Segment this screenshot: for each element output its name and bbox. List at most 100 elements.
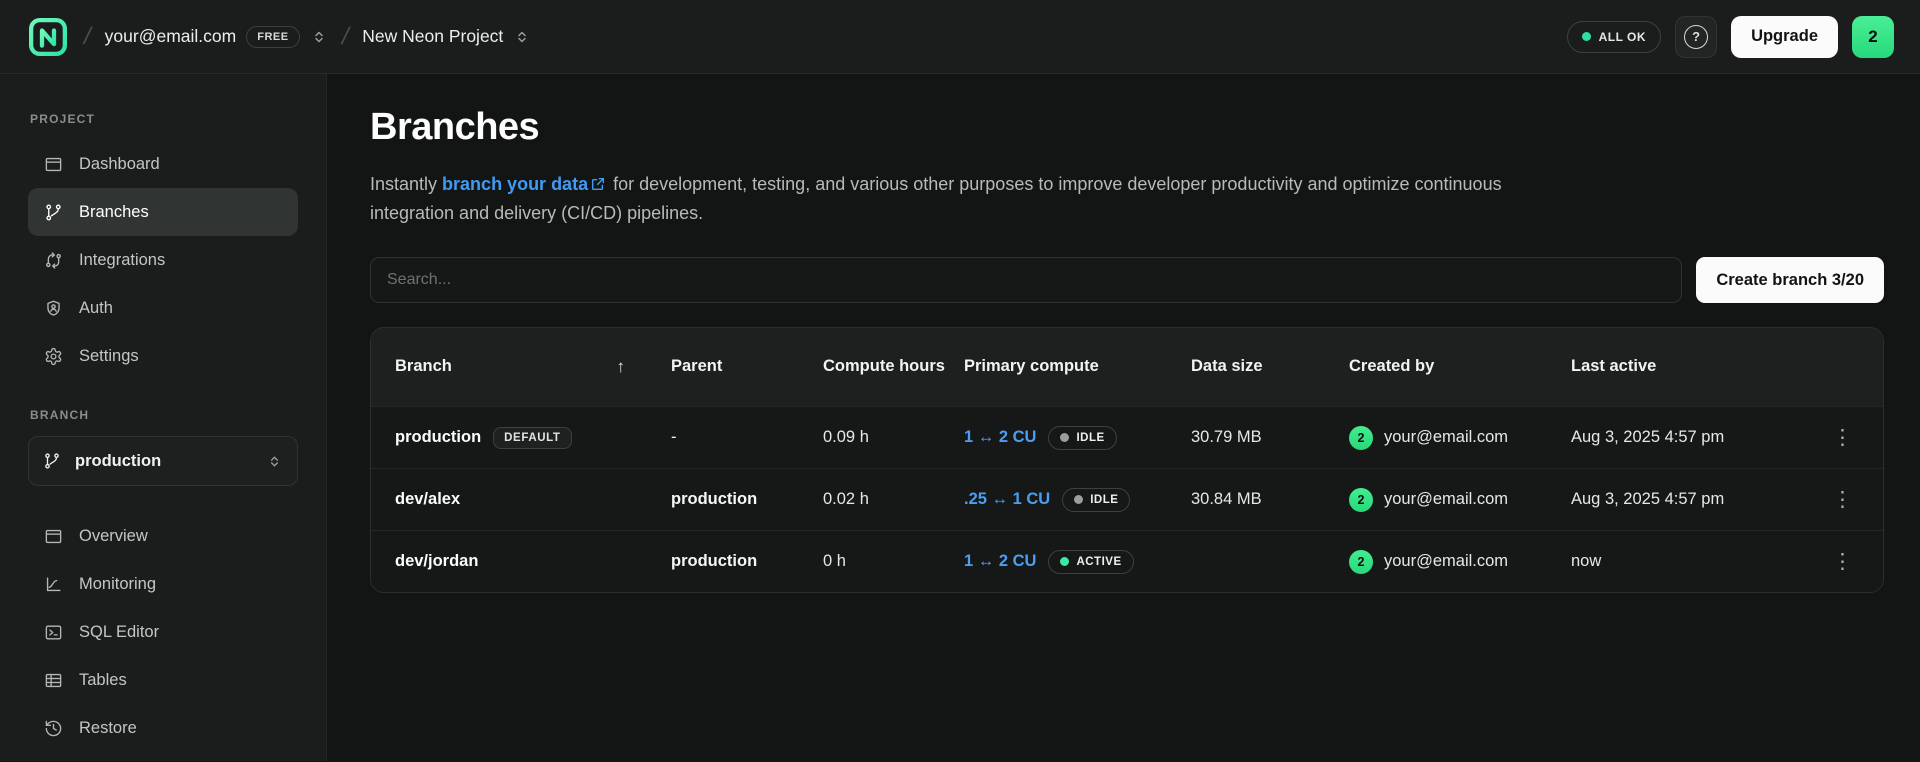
- sidebar-item-label: Overview: [79, 527, 148, 546]
- sidebar-item-overview[interactable]: Overview: [28, 512, 298, 560]
- status-dot: [1060, 557, 1069, 566]
- sidebar-item-restore[interactable]: Restore: [28, 704, 298, 752]
- row-menu-kebab-icon[interactable]: ⋮: [1826, 547, 1859, 576]
- table-row[interactable]: dev/jordan production 0 h 1 ↔ 2 CU ACTIV…: [371, 530, 1883, 592]
- sidebar-item-settings[interactable]: Settings: [28, 332, 298, 380]
- last-active-cell: Aug 3, 2025 4:57 pm: [1571, 490, 1819, 509]
- created-by-cell: 2 your@email.com: [1349, 488, 1571, 512]
- chevron-updown-icon: [266, 453, 283, 470]
- row-menu-kebab-icon[interactable]: ⋮: [1826, 485, 1859, 514]
- status-dot: [1060, 433, 1069, 442]
- org-switcher[interactable]: your@email.com FREE: [105, 26, 328, 48]
- breadcrumb-separator: /: [339, 23, 352, 51]
- sidebar-item-auth[interactable]: Auth: [28, 284, 298, 332]
- data-size-cell: 30.84 MB: [1191, 490, 1349, 509]
- upgrade-button[interactable]: Upgrade: [1731, 16, 1838, 58]
- created-by-email: your@email.com: [1384, 428, 1508, 447]
- data-size-cell: 30.79 MB: [1191, 428, 1349, 447]
- compute-hours-cell: 0.09 h: [823, 428, 964, 447]
- column-header-last-active: Last active: [1571, 356, 1819, 377]
- main-content: Branches Instantly branch your data for …: [327, 74, 1920, 761]
- created-by-email: your@email.com: [1384, 552, 1508, 571]
- status-badge: IDLE: [1048, 426, 1116, 450]
- sql-editor-icon: [44, 623, 63, 642]
- sidebar-item-label: Dashboard: [79, 155, 160, 174]
- sidebar-item-label: SQL Editor: [79, 623, 159, 642]
- column-header-branch[interactable]: Branch ↑: [395, 356, 671, 378]
- org-email: your@email.com: [105, 26, 237, 47]
- sidebar-item-monitoring[interactable]: Monitoring: [28, 560, 298, 608]
- branches-toolbar: Create branch 3/20: [370, 257, 1884, 303]
- intro-before: Instantly: [370, 174, 442, 194]
- sidebar-item-integrations[interactable]: Integrations: [28, 236, 298, 284]
- branch-icon: [43, 452, 61, 470]
- tables-icon: [44, 671, 63, 690]
- branch-name: production: [395, 428, 481, 447]
- page-title: Branches: [370, 106, 1884, 149]
- integrations-icon: [44, 251, 63, 270]
- compute-hours-cell: 0 h: [823, 552, 964, 571]
- created-by-email: your@email.com: [1384, 490, 1508, 509]
- sidebar-item-tables[interactable]: Tables: [28, 656, 298, 704]
- top-bar: / your@email.com FREE / New Neon Project…: [0, 0, 1920, 74]
- avatar: 2: [1349, 426, 1373, 450]
- system-status-pill[interactable]: ALL OK: [1567, 21, 1661, 53]
- branch-selector[interactable]: production: [28, 436, 298, 486]
- parent-cell: -: [671, 428, 823, 447]
- column-header-created-by: Created by: [1349, 356, 1571, 377]
- row-menu-kebab-icon[interactable]: ⋮: [1826, 423, 1859, 452]
- sidebar-item-label: Monitoring: [79, 575, 156, 594]
- primary-compute-cell: 1 ↔ 2 CU ACTIVE: [964, 550, 1191, 574]
- help-button[interactable]: ?: [1675, 16, 1717, 58]
- branch-name: dev/alex: [395, 490, 460, 509]
- dashboard-icon: [44, 155, 63, 174]
- sidebar-item-label: Auth: [79, 299, 113, 318]
- sidebar-item-branches[interactable]: Branches: [28, 188, 298, 236]
- external-link-icon: [590, 173, 606, 200]
- compute-units: 1 ↔ 2 CU: [964, 428, 1036, 447]
- status-badge: IDLE: [1062, 488, 1130, 512]
- settings-gear-icon: [44, 347, 63, 366]
- sort-asc-icon[interactable]: ↑: [617, 356, 626, 378]
- status-ok-dot: [1582, 32, 1591, 41]
- branch-your-data-link[interactable]: branch your data: [442, 174, 588, 194]
- auth-icon: [44, 299, 63, 318]
- project-name: New Neon Project: [362, 26, 503, 47]
- avatar: 2: [1349, 488, 1373, 512]
- table-row[interactable]: dev/alex production 0.02 h .25 ↔ 1 CU ID…: [371, 468, 1883, 530]
- created-by-cell: 2 your@email.com: [1349, 550, 1571, 574]
- monitoring-icon: [44, 575, 63, 594]
- branch-section-label: BRANCH: [30, 408, 298, 422]
- project-switcher[interactable]: New Neon Project: [362, 26, 531, 47]
- question-icon: ?: [1684, 25, 1708, 49]
- branches-icon: [44, 203, 63, 222]
- sidebar-item-label: Restore: [79, 719, 137, 738]
- created-by-cell: 2 your@email.com: [1349, 426, 1571, 450]
- sidebar: PROJECT Dashboard Branches Integrations: [0, 74, 327, 761]
- table-row[interactable]: production DEFAULT - 0.09 h 1 ↔ 2 CU IDL…: [371, 406, 1883, 468]
- compute-units: .25 ↔ 1 CU: [964, 490, 1050, 509]
- last-active-cell: Aug 3, 2025 4:57 pm: [1571, 428, 1819, 447]
- sidebar-item-dashboard[interactable]: Dashboard: [28, 140, 298, 188]
- parent-cell: production: [671, 552, 823, 571]
- sidebar-item-sql-editor[interactable]: SQL Editor: [28, 608, 298, 656]
- avatar: 2: [1349, 550, 1373, 574]
- overview-icon: [44, 527, 63, 546]
- neon-logo[interactable]: [26, 15, 70, 59]
- primary-compute-cell: 1 ↔ 2 CU IDLE: [964, 426, 1191, 450]
- status-badge: ACTIVE: [1048, 550, 1133, 574]
- project-section-label: PROJECT: [30, 112, 298, 126]
- table-header-row: Branch ↑ Parent Compute hours Primary co…: [371, 328, 1883, 406]
- create-branch-button[interactable]: Create branch 3/20: [1696, 257, 1884, 303]
- column-header-primary-compute: Primary compute: [964, 356, 1191, 377]
- chevron-updown-icon: [513, 28, 531, 46]
- default-badge: DEFAULT: [493, 427, 571, 449]
- column-header-data-size: Data size: [1191, 356, 1349, 377]
- branch-selector-value: production: [75, 452, 252, 471]
- search-input[interactable]: [370, 257, 1682, 303]
- restore-history-icon: [44, 719, 63, 738]
- compute-hours-cell: 0.02 h: [823, 490, 964, 509]
- status-label: ALL OK: [1599, 30, 1646, 44]
- avatar[interactable]: 2: [1852, 16, 1894, 58]
- neon-logo-icon: [28, 17, 68, 57]
